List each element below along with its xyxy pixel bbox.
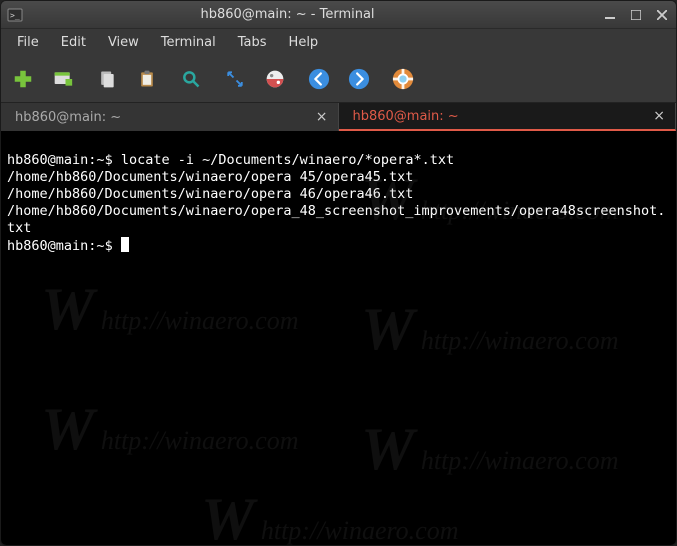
command-text: locate -i ~/Documents/winaero/*opera*.tx…: [121, 152, 454, 168]
close-button[interactable]: [654, 7, 670, 23]
search-button[interactable]: [179, 67, 203, 91]
menu-terminal[interactable]: Terminal: [151, 32, 226, 53]
tab-close-icon[interactable]: ×: [653, 108, 665, 124]
help-button[interactable]: [391, 67, 415, 91]
tab-label: hb860@main: ~: [15, 110, 121, 125]
menu-help[interactable]: Help: [279, 32, 329, 53]
new-tab-button[interactable]: [11, 67, 35, 91]
copy-button[interactable]: [95, 67, 119, 91]
prompt-suffix: $: [105, 238, 113, 254]
menu-tabs[interactable]: Tabs: [228, 32, 277, 53]
cursor: [121, 237, 129, 252]
prompt-user: hb860@main: [7, 152, 88, 168]
prompt-path: ~: [96, 238, 104, 254]
prompt-path: ~: [96, 152, 104, 168]
tab-1[interactable]: hb860@main: ~ ×: [1, 103, 339, 131]
tabbar: hb860@main: ~ × hb860@main: ~ ×: [1, 103, 676, 131]
output-line: /home/hb860/Documents/winaero/opera 46/o…: [7, 186, 413, 202]
maximize-button[interactable]: [628, 7, 644, 23]
forward-button[interactable]: [347, 67, 371, 91]
toolbar: [1, 55, 676, 103]
fullscreen-button[interactable]: [223, 67, 247, 91]
menubar: File Edit View Terminal Tabs Help: [1, 29, 676, 55]
prompt-suffix: $: [105, 152, 113, 168]
watermark: W http://winaero.com: [41, 421, 299, 449]
tab-label: hb860@main: ~: [353, 109, 459, 124]
window-controls: [602, 7, 670, 23]
back-button[interactable]: [307, 67, 331, 91]
menu-edit[interactable]: Edit: [51, 32, 96, 53]
watermark: W http://winaero.com: [361, 441, 619, 469]
preferences-button[interactable]: [263, 67, 287, 91]
titlebar[interactable]: >_ hb860@main: ~ - Terminal: [1, 1, 676, 29]
menu-file[interactable]: File: [7, 32, 49, 53]
menu-view[interactable]: View: [98, 32, 149, 53]
tab-close-icon[interactable]: ×: [316, 109, 328, 125]
prompt-user: hb860@main: [7, 238, 88, 254]
watermark: W http://winaero.com: [201, 511, 459, 539]
window-title: hb860@main: ~ - Terminal: [0, 7, 602, 22]
paste-button[interactable]: [135, 67, 159, 91]
new-window-button[interactable]: [51, 67, 75, 91]
terminal-window: >_ hb860@main: ~ - Terminal File Edit Vi…: [0, 0, 677, 546]
minimize-button[interactable]: [602, 7, 618, 23]
output-line: /home/hb860/Documents/winaero/opera_48_s…: [7, 203, 665, 236]
watermark: W http://winaero.com: [41, 301, 299, 329]
tab-2[interactable]: hb860@main: ~ ×: [339, 103, 677, 131]
watermark: W http://winaero.com: [361, 321, 619, 349]
terminal-viewport[interactable]: hb860@main:~$ locate -i ~/Documents/wina…: [1, 131, 676, 545]
output-line: /home/hb860/Documents/winaero/opera 45/o…: [7, 169, 413, 185]
